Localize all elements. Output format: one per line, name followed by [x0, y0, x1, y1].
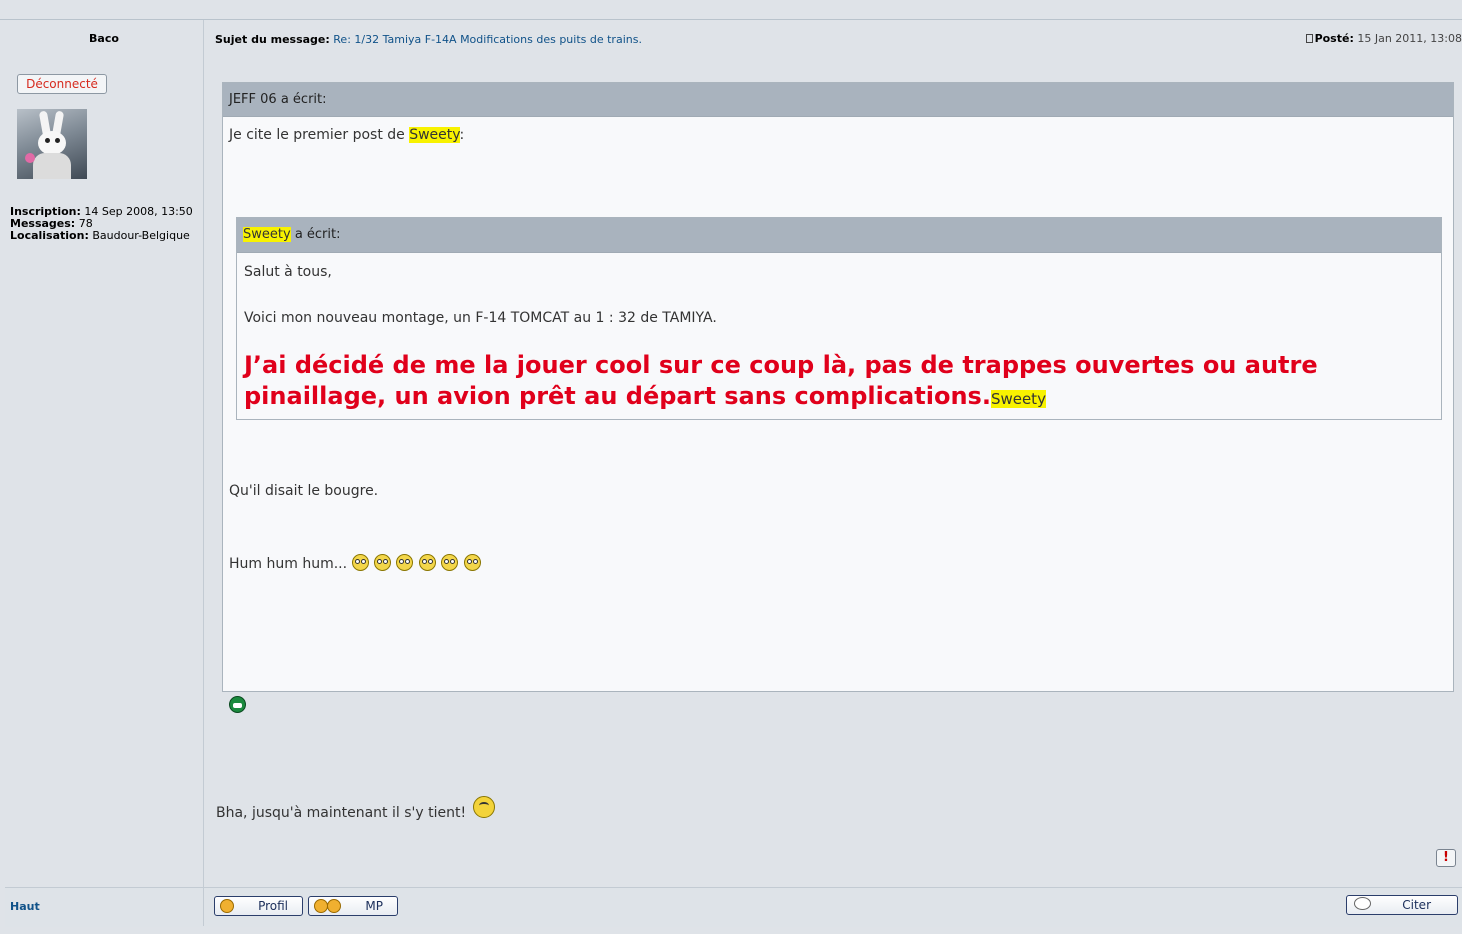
- posted-label: Posté:: [1314, 32, 1354, 45]
- localisation-value: Baudour-Belgique: [92, 229, 190, 242]
- rolling-eyes-smiley-icon: [441, 554, 459, 571]
- rolling-eyes-smiley-icon: [472, 796, 495, 818]
- author-name[interactable]: Baco: [5, 32, 203, 45]
- highlighted-name: Sweety: [409, 127, 460, 143]
- rolling-eyes-smiley-icon: [373, 554, 391, 571]
- quote-jeff06: JEFF 06 a écrit: Je cite le premier post…: [222, 82, 1454, 713]
- quote-line-greeting: Salut à tous,: [244, 264, 332, 280]
- quote-line-hum: Hum hum hum...: [229, 554, 482, 572]
- rolling-eyes-smiley-icon: [463, 554, 481, 571]
- post-date: Posté: 15 Jan 2011, 13:08: [1305, 32, 1462, 45]
- inscription-value: 14 Sep 2008, 13:50: [84, 205, 193, 218]
- mp-button-label: MP: [365, 899, 383, 913]
- quote-line-bougre: Qu'il disait le bougre.: [229, 483, 379, 499]
- quote-big-red-text: J’ai décidé de me la jouer cool sur ce c…: [244, 351, 1318, 410]
- top-band: [0, 0, 1462, 20]
- offline-status-badge: Déconnecté: [17, 74, 107, 94]
- quote-button-label: Citer: [1402, 898, 1431, 912]
- profile-button-label: Profil: [258, 899, 288, 913]
- rolling-eyes-smiley-icon: [351, 554, 369, 571]
- quote-intro-text: Je cite le premier post de Sweety:: [229, 127, 465, 143]
- highlighted-signature: Sweety: [990, 390, 1046, 408]
- users-icon-second: [327, 899, 341, 913]
- private-message-button[interactable]: MP: [308, 896, 398, 916]
- quote-wrote-label: a écrit:: [294, 227, 341, 242]
- quote-wrote-label: a écrit:: [280, 92, 327, 107]
- users-icon: [314, 899, 328, 913]
- quote-author: JEFF 06: [229, 92, 277, 107]
- rolling-eyes-smiley-icon: [396, 554, 414, 571]
- quote-line-intro: Voici mon nouveau montage, un F-14 TOMCA…: [244, 310, 717, 326]
- quote-author: Sweety: [243, 227, 291, 242]
- green-grin-smiley-icon: [229, 696, 246, 713]
- avatar: [17, 109, 87, 179]
- quote-header: Sweety a écrit:: [237, 218, 1441, 253]
- back-to-top-link[interactable]: Haut: [10, 900, 40, 913]
- user-icon: [220, 899, 234, 913]
- subject-link[interactable]: Re: 1/32 Tamiya F-14A Modifications des …: [333, 33, 642, 46]
- post-main-text: Bha, jusqu'à maintenant il s'y tient!: [216, 796, 495, 821]
- footer-divider: [203, 887, 204, 926]
- report-icon[interactable]: !: [1436, 849, 1456, 867]
- author-profile-info: Inscription: 14 Sep 2008, 13:50 Messages…: [10, 206, 195, 242]
- localisation-label: Localisation:: [10, 229, 89, 242]
- post-subject: Sujet du message: Re: 1/32 Tamiya F-14A …: [215, 33, 642, 46]
- quote-header: JEFF 06 a écrit:: [223, 83, 1453, 117]
- quote-bubble-icon: [1354, 897, 1371, 910]
- profile-button[interactable]: Profil: [214, 896, 303, 916]
- rolling-eyes-smiley-icon: [418, 554, 436, 571]
- post-document-icon[interactable]: [1305, 34, 1313, 43]
- subject-label: Sujet du message:: [215, 33, 330, 46]
- quote-button[interactable]: Citer: [1346, 895, 1458, 915]
- posted-date: 15 Jan 2011, 13:08: [1357, 32, 1462, 45]
- quote-sweety: Sweety a écrit: Salut à tous, Voici mon …: [236, 217, 1442, 420]
